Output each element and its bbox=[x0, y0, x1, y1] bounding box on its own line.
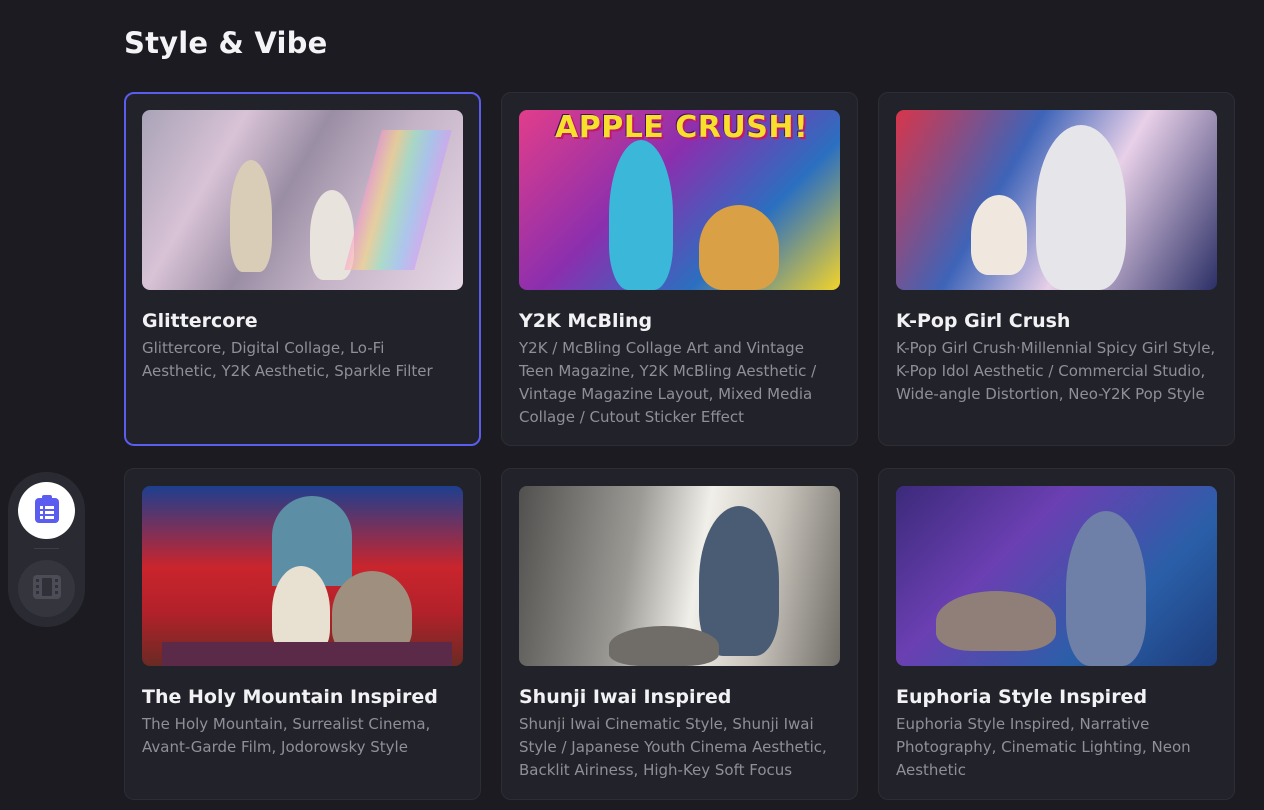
card-title: Glittercore bbox=[142, 310, 258, 332]
card-title: Euphoria Style Inspired bbox=[896, 686, 1148, 708]
card-description: The Holy Mountain, Surrealist Cinema, Av… bbox=[142, 715, 431, 756]
card-description: K-Pop Girl Crush·Millennial Spicy Girl S… bbox=[896, 339, 1216, 403]
film-strip-icon bbox=[32, 574, 62, 604]
card-thumbnail: APPLE CRUSH! bbox=[519, 110, 840, 290]
card-description: Shunji Iwai Cinematic Style, Shunji Iwai… bbox=[519, 715, 827, 779]
card-description: Euphoria Style Inspired, Narrative Photo… bbox=[896, 715, 1191, 779]
card-thumbnail bbox=[896, 486, 1217, 666]
card-description: Y2K / McBling Collage Art and Vintage Te… bbox=[519, 339, 817, 426]
dock-button-style-list[interactable] bbox=[18, 482, 75, 539]
dock-button-film[interactable] bbox=[18, 560, 75, 617]
dock-divider bbox=[34, 548, 59, 549]
card-title: K-Pop Girl Crush bbox=[896, 310, 1071, 332]
list-clipboard-icon bbox=[33, 494, 61, 528]
card-title: Y2K McBling bbox=[519, 310, 653, 332]
card-thumbnail bbox=[142, 110, 463, 290]
card-title: Shunji Iwai Inspired bbox=[519, 686, 732, 708]
style-card-kpop-girl-crush[interactable]: K-Pop Girl Crush K-Pop Girl Crush·Millen… bbox=[878, 92, 1235, 446]
side-dock bbox=[8, 472, 85, 627]
card-thumbnail bbox=[142, 486, 463, 666]
card-thumbnail bbox=[519, 486, 840, 666]
style-card-holy-mountain[interactable]: The Holy Mountain Inspired The Holy Moun… bbox=[124, 468, 481, 800]
card-description: Glittercore, Digital Collage, Lo-Fi Aest… bbox=[142, 339, 433, 380]
style-card-y2k-mcbling[interactable]: APPLE CRUSH! Y2K McBling Y2K / McBling C… bbox=[501, 92, 858, 446]
style-card-grid: Glittercore Glittercore, Digital Collage… bbox=[124, 92, 1236, 800]
style-card-euphoria[interactable]: Euphoria Style Inspired Euphoria Style I… bbox=[878, 468, 1235, 800]
card-thumbnail bbox=[896, 110, 1217, 290]
page-title: Style & Vibe bbox=[124, 26, 328, 60]
style-card-glittercore[interactable]: Glittercore Glittercore, Digital Collage… bbox=[124, 92, 481, 446]
thumbnail-caption: APPLE CRUSH! bbox=[555, 110, 809, 145]
card-title: The Holy Mountain Inspired bbox=[142, 686, 438, 708]
style-card-shunji-iwai[interactable]: Shunji Iwai Inspired Shunji Iwai Cinemat… bbox=[501, 468, 858, 800]
